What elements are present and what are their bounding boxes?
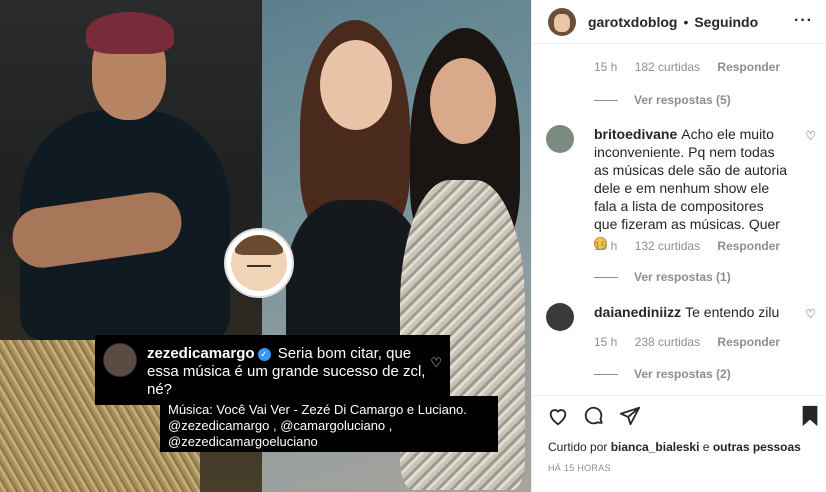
comment-avatar[interactable] <box>546 125 574 153</box>
liked-by-others[interactable]: outras pessoas <box>713 440 801 454</box>
author-avatar[interactable] <box>548 7 576 36</box>
comment-time: 15 h <box>594 60 618 74</box>
music-credit-line-3: @zezedicamargoeluciano <box>168 434 318 449</box>
view-replies-button[interactable]: Ver respostas (2) <box>594 367 731 381</box>
post-header: garotxdoblog • Seguindo ··· <box>532 0 826 44</box>
comment-meta: 15 h 238 curtidas Responder <box>594 335 794 349</box>
comment-avatar[interactable] <box>546 303 574 331</box>
reply-button[interactable]: Responder <box>717 60 780 74</box>
comment-meta: 15 h 182 curtidas Responder <box>594 60 794 74</box>
embedded-comment-username: zezedicamargo <box>147 345 255 362</box>
comment-heart-icon[interactable]: ♡ <box>805 129 816 143</box>
comment-time: 15 h <box>594 239 618 253</box>
comments-panel: garotxdoblog • Seguindo ··· 15 h 182 cur… <box>531 0 826 492</box>
view-replies-label: Ver respostas (1) <box>634 270 731 284</box>
cartoon-face-icon <box>231 235 287 291</box>
comment-username[interactable]: britoedivane <box>594 126 677 142</box>
view-replies-button[interactable]: Ver respostas (1) <box>594 270 731 284</box>
comment-icon[interactable] <box>582 404 606 428</box>
embedded-comment-avatar <box>103 343 137 377</box>
following-button[interactable]: Seguindo <box>694 14 758 30</box>
comment-likes[interactable]: 132 curtidas <box>635 239 700 253</box>
music-credit-line-2: @zezedicamargo , @camargoluciano , <box>168 418 393 433</box>
heart-icon[interactable] <box>546 404 570 428</box>
liked-by-line: Curtido por bianca_bialeski e outras pes… <box>548 440 801 454</box>
comment-text: Te entendo zilu <box>685 304 780 320</box>
comment-time: 15 h <box>594 335 618 349</box>
view-replies-button[interactable]: Ver respostas (5) <box>594 93 731 107</box>
liked-by-conj: e <box>702 440 710 454</box>
view-replies-label: Ver respostas (5) <box>634 93 731 107</box>
author-username[interactable]: garotxdoblog <box>588 14 677 30</box>
comment-likes[interactable]: 238 curtidas <box>635 335 700 349</box>
comments-list[interactable]: 15 h 182 curtidas Responder Ver resposta… <box>532 45 826 395</box>
comment-heart-icon[interactable]: ♡ <box>805 307 816 321</box>
post-time: HÁ 15 HORAS <box>548 463 611 473</box>
liked-by-user[interactable]: bianca_bialeski <box>611 440 700 454</box>
more-icon[interactable]: ··· <box>794 12 813 30</box>
woman-left-face <box>320 40 392 130</box>
music-credit-line-1: Música: Você Vai Ver - Zezé Di Camargo e… <box>168 402 467 417</box>
man-hair <box>86 12 174 54</box>
post-image[interactable]: zezedicamargo ✓ Seria bom citar, que essa… <box>0 0 531 492</box>
replies-divider <box>594 99 618 101</box>
post-actions: Curtido por bianca_bialeski e outras pes… <box>532 395 826 492</box>
embedded-heart-icon: ♡ <box>430 355 442 370</box>
comment-body: britoedivane Acho ele muito inconveniente… <box>594 125 790 251</box>
music-credit-box: Música: Você Vai Ver - Zezé Di Camargo e… <box>160 396 498 452</box>
replies-divider <box>594 373 618 375</box>
header-separator: • <box>683 13 689 30</box>
reply-button[interactable]: Responder <box>717 239 780 253</box>
woman-right-face <box>430 58 496 144</box>
comment-meta: 15 h 132 curtidas Responder <box>594 239 794 253</box>
verified-icon: ✓ <box>257 347 271 361</box>
reply-button[interactable]: Responder <box>717 335 780 349</box>
embedded-comment: zezedicamargo ✓ Seria bom citar, que essa… <box>95 335 450 405</box>
replies-divider <box>594 276 618 278</box>
comment-body: daianediniizz Te entendo zilu <box>594 303 790 321</box>
bookmark-icon[interactable] <box>798 404 822 428</box>
embedded-comment-text: zezedicamargo ✓ Seria bom citar, que essa… <box>147 345 440 399</box>
view-replies-label: Ver respostas (2) <box>634 367 731 381</box>
share-icon[interactable] <box>618 404 642 428</box>
cartoon-avatar-badge <box>224 228 294 298</box>
liked-by-prefix: Curtido por <box>548 440 608 454</box>
comment-username[interactable]: daianediniizz <box>594 304 681 320</box>
comment-likes[interactable]: 182 curtidas <box>635 60 700 74</box>
